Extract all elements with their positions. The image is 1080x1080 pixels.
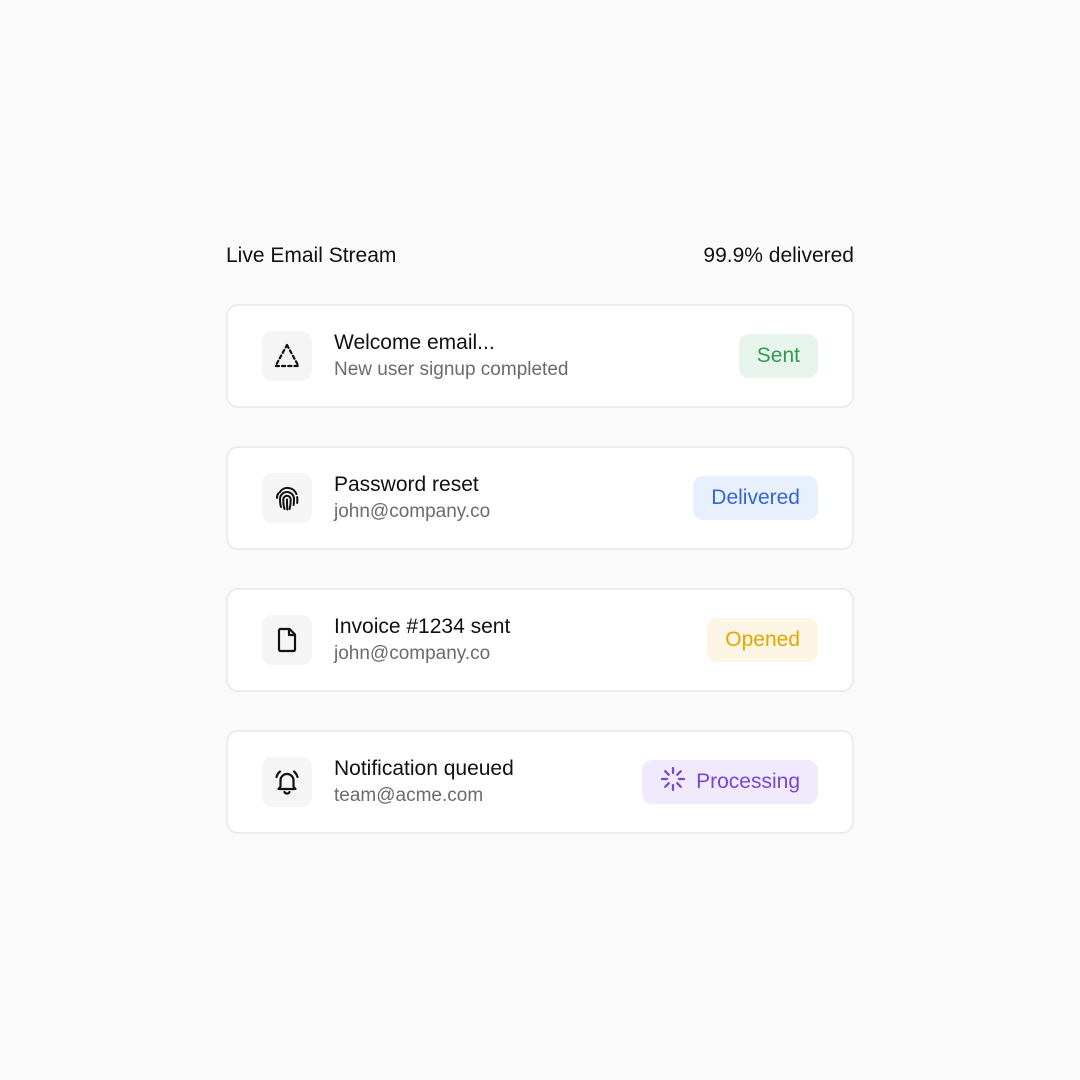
email-title: Notification queued	[334, 757, 514, 780]
email-title: Password reset	[334, 473, 479, 496]
stream-title: Live Email Stream	[226, 244, 397, 267]
email-item[interactable]: Notification queued team@acme.com Proces…	[226, 730, 854, 834]
status-badge: Processing	[642, 760, 818, 804]
status-badge: Opened	[707, 618, 818, 662]
dashed-triangle-icon	[262, 331, 312, 381]
email-stream-panel: Live Email Stream 99.9% delivered Welcom…	[226, 240, 854, 834]
status-label: Opened	[725, 628, 800, 651]
email-title: Welcome email...	[334, 331, 495, 354]
bell-icon	[262, 757, 312, 807]
stream-header: Live Email Stream 99.9% delivered	[226, 240, 854, 272]
fingerprint-icon	[262, 473, 312, 523]
status-badge: Sent	[738, 334, 818, 378]
delivery-rate: 99.9% delivered	[703, 244, 854, 267]
status-label: Processing	[696, 770, 800, 793]
email-subtitle: New user signup completed	[334, 359, 569, 380]
email-item[interactable]: Password reset john@company.co Delivered	[226, 446, 854, 550]
email-subtitle: john@company.co	[334, 643, 491, 664]
status-label: Sent	[756, 344, 800, 367]
email-subtitle: john@company.co	[334, 501, 491, 522]
spinner-icon	[660, 766, 686, 798]
email-title: Invoice #1234 sent	[334, 615, 511, 638]
email-subtitle: team@acme.com	[334, 785, 484, 806]
document-icon	[262, 615, 312, 665]
email-list: Welcome email... New user signup complet…	[226, 304, 854, 834]
email-item[interactable]: Welcome email... New user signup complet…	[226, 304, 854, 408]
email-item[interactable]: Invoice #1234 sent john@company.co Opene…	[226, 588, 854, 692]
status-label: Delivered	[711, 486, 800, 509]
status-badge: Delivered	[693, 476, 818, 520]
